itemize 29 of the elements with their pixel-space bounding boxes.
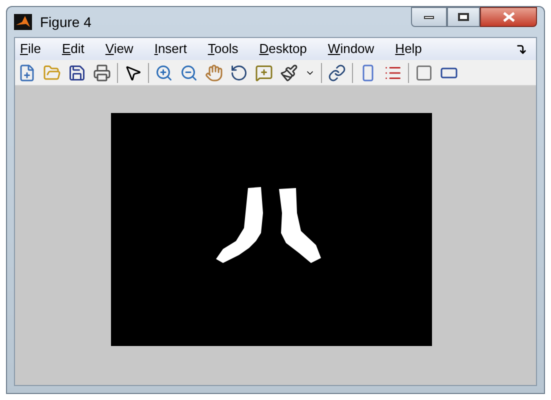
menu-item[interactable]: Edit [62,39,84,59]
logo-icon [14,14,32,30]
menu-item[interactable]: File [20,39,41,59]
zoom-out-icon[interactable] [180,64,198,82]
pointer-icon[interactable] [124,64,142,82]
maximize-button[interactable] [447,7,480,27]
square-icon[interactable] [415,64,433,82]
print-icon[interactable] [93,64,111,82]
menu-item[interactable]: Insert [154,39,187,59]
brush-icon[interactable] [280,64,298,82]
rotate-icon[interactable] [230,64,248,82]
zoom-in-icon[interactable] [155,64,173,82]
close-icon [502,12,514,22]
menu-item[interactable]: View [105,39,134,59]
link-icon[interactable] [328,64,346,82]
data-cursor-icon[interactable] [255,64,273,82]
window-title: Figure 4 [40,12,92,32]
menu-item[interactable]: Help [395,39,422,59]
menu-item[interactable]: Tools [208,39,238,59]
menu-item[interactable]: Desktop [259,39,307,59]
toolbar-overflow-icon[interactable] [516,44,527,54]
maximize-icon [458,13,469,21]
minimize-icon [424,16,434,18]
minimize-button[interactable] [411,7,447,27]
new-file-icon[interactable] [18,64,36,82]
save-icon[interactable] [68,64,86,82]
menu-item[interactable]: Window [328,39,374,59]
hand-icon[interactable] [205,64,223,82]
close-button[interactable] [480,7,537,27]
